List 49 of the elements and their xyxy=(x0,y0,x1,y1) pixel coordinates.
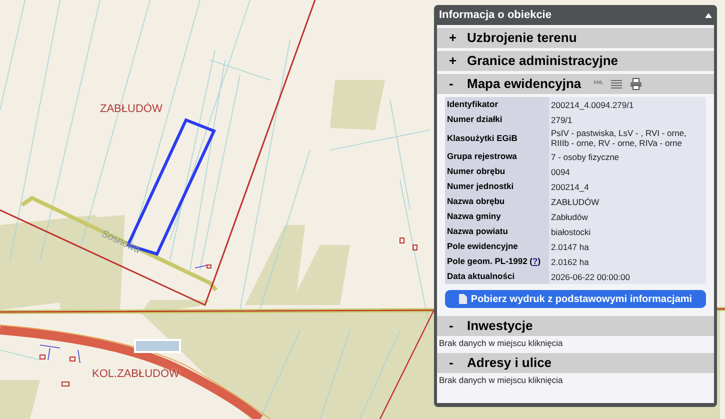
attribute-value: 200214_4.0094.279/1 xyxy=(551,100,634,110)
attribute-value: Zabłudów xyxy=(551,212,588,222)
list-icon[interactable] xyxy=(611,78,622,90)
attribute-label: Grupa rejestrowa xyxy=(447,150,517,163)
section-header[interactable]: + Granice administracyjne xyxy=(437,51,714,71)
attribute-label: Nazwa gminy xyxy=(447,210,501,223)
section-title: Inwestycje xyxy=(467,317,533,336)
section-title: Uzbrojenie terenu xyxy=(467,29,577,48)
attribute-value: 200214_4 xyxy=(551,182,589,192)
attribute-value: PsIV - pastwiska, LsV - , RVI - orne, RIIIb - orne, RV - orne, RIVa - orne xyxy=(551,128,688,148)
toggle-sign[interactable]: - xyxy=(449,353,459,373)
attribute-value: 2026-06-22 00:00:00 xyxy=(551,272,630,282)
attribute-label: Numer działki xyxy=(447,113,502,126)
attribute-label: Pole geom. PL-1992 (?) xyxy=(447,255,541,268)
section-title: Granice administracyjne xyxy=(467,52,618,70)
attribute-label: Data aktualności xyxy=(447,270,515,283)
collapse-icon[interactable] xyxy=(705,12,712,18)
attribute-value: białostocki xyxy=(551,226,591,236)
toggle-sign[interactable]: + xyxy=(449,51,459,71)
section-title: Mapa ewidencyjna xyxy=(467,75,582,94)
section-header[interactable]: - Adresy i ulice xyxy=(437,353,714,373)
help-link[interactable]: ? xyxy=(532,256,538,266)
attribute-label: Pole ewidencyjne xyxy=(447,240,518,253)
attribute-label: Numer obrębu xyxy=(447,165,506,178)
attribute-value: ZABŁUDÓW xyxy=(551,196,600,206)
document-icon xyxy=(458,294,467,304)
attribute-value: 2.0147 ha xyxy=(551,242,589,252)
attribute-label: Numer jednostki xyxy=(447,180,514,193)
download-printout-button[interactable]: Pobierz wydruk z podstawowymi informacjami xyxy=(445,290,706,308)
place-label: KOL.ZABŁUDÓW xyxy=(92,368,180,380)
attribute-label: Identyfikator xyxy=(447,98,498,111)
attribute-label: Nazwa obrębu xyxy=(447,195,505,208)
printer-icon[interactable] xyxy=(630,78,642,90)
section-header[interactable]: + Uzbrojenie terenu xyxy=(437,28,714,48)
attribute-value: 2.0162 ha xyxy=(551,256,589,266)
toggle-sign[interactable]: - xyxy=(449,316,459,336)
no-data-message: Brak danych w miejscu kliknięcia xyxy=(439,338,563,348)
attribute-value: 7 - osoby fizyczne xyxy=(551,152,620,162)
section-title: Adresy i ulice xyxy=(467,354,552,372)
toggle-sign[interactable]: + xyxy=(449,28,459,48)
no-data-message: Brak danych w miejscu kliknięcia xyxy=(439,375,563,385)
toggle-sign[interactable]: - xyxy=(449,74,459,94)
attribute-label: Klasoużytki EGiB xyxy=(447,132,518,144)
section-header[interactable]: - Inwestycje xyxy=(437,316,714,336)
place-label: ZABŁUDÓW xyxy=(100,103,162,115)
panel-title: Informacja o obiekcie xyxy=(439,8,552,23)
attribute-value: 279/1 xyxy=(551,114,572,124)
attribute-value: 0094 xyxy=(551,166,570,176)
attribute-label: Nazwa powiatu xyxy=(447,225,508,238)
